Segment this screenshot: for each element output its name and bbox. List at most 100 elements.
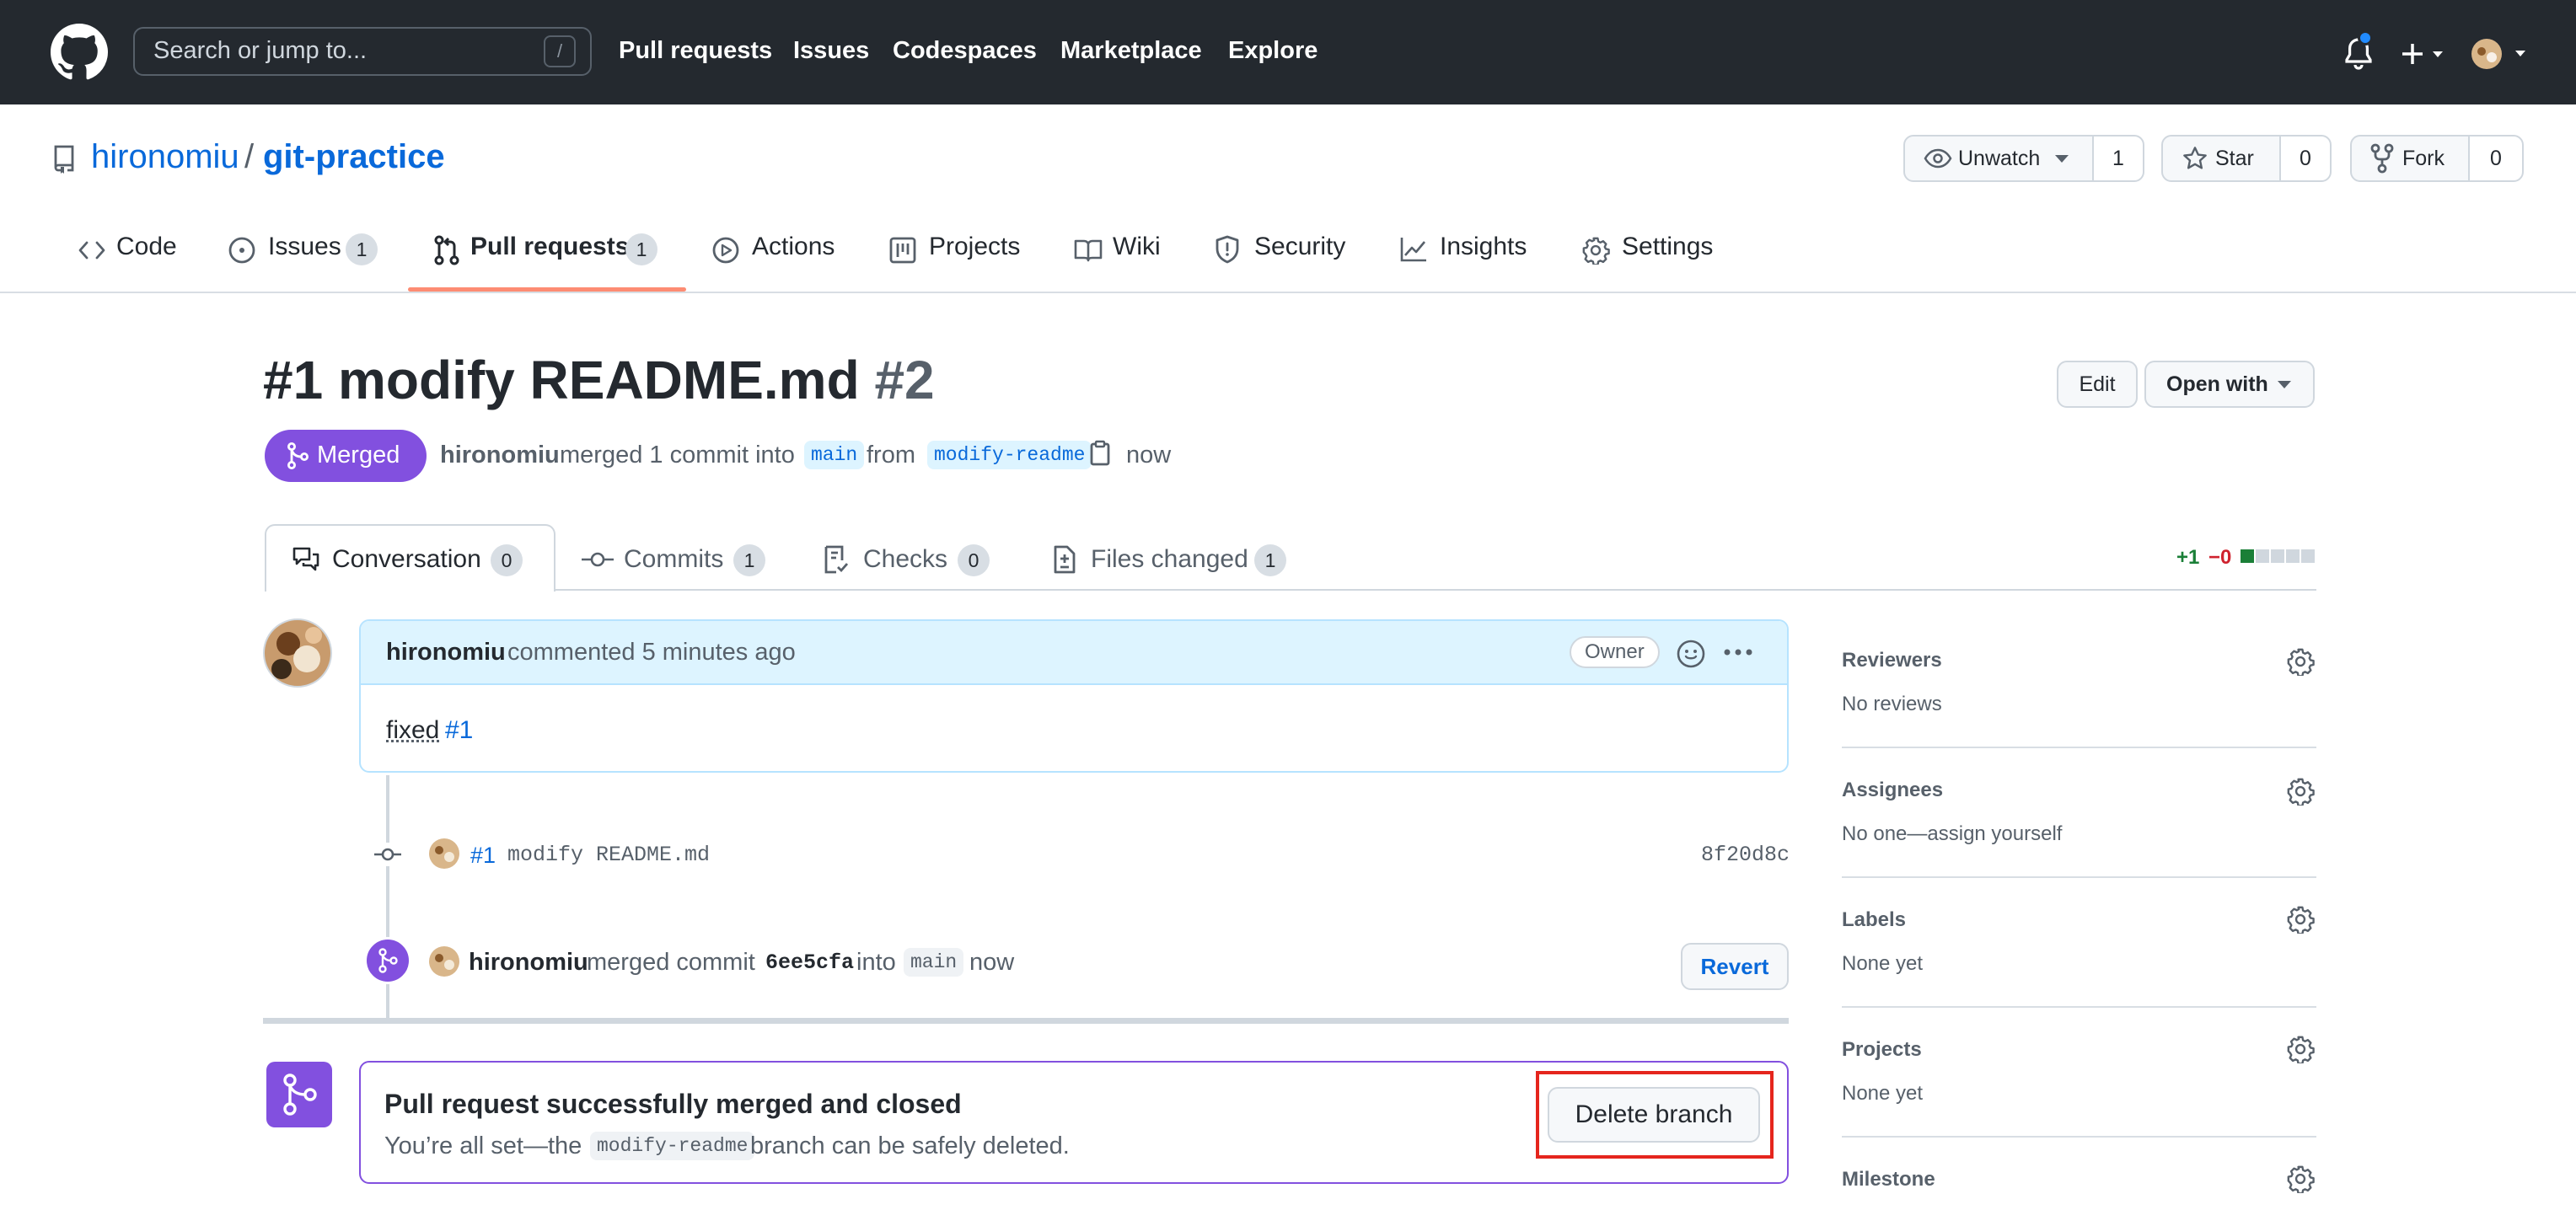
tab-security[interactable]: Security — [1254, 233, 1345, 261]
commits-count-badge: 1 — [733, 544, 765, 576]
sidebar-reviewers-value: No reviews — [1842, 693, 1942, 715]
user-avatar-menu[interactable] — [2470, 37, 2530, 71]
sidebar-assignees-value[interactable]: No one—assign yourself — [1842, 822, 2062, 846]
repo-owner-link[interactable]: hironomiu — [91, 138, 239, 176]
sidebar-labels-title: Labels — [1842, 908, 1907, 931]
nav-codespaces[interactable]: Codespaces — [893, 37, 1037, 65]
gear-icon — [1581, 236, 1610, 265]
commit-author-avatar[interactable] — [428, 838, 460, 870]
commit-sha-link[interactable]: 8f20d8c — [1701, 843, 1790, 867]
diffstat-square — [2256, 549, 2269, 563]
files-changed-count-badge: 1 — [1254, 544, 1286, 576]
comment-author-link[interactable]: hironomiu — [386, 639, 506, 667]
tab-issues[interactable]: Issues — [268, 233, 341, 261]
merged-box-title: Pull request successfully merged and clo… — [384, 1089, 962, 1119]
revert-button[interactable]: Revert — [1681, 943, 1789, 990]
sidebar-projects-value: None yet — [1842, 1082, 1924, 1105]
star-count[interactable]: 0 — [2279, 135, 2332, 182]
nav-pull-requests[interactable]: Pull requests — [619, 37, 772, 65]
owner-badge: Owner — [1570, 636, 1660, 668]
open-with-label: Open with — [2166, 372, 2268, 396]
diffstat-bar — [2241, 549, 2318, 565]
comment-timestamp: commented 5 minutes ago — [507, 639, 796, 666]
tab-actions[interactable]: Actions — [752, 233, 835, 261]
pull-requests-count-badge: 1 — [625, 233, 657, 265]
smiley-icon[interactable] — [1676, 639, 1706, 669]
github-logo-icon[interactable] — [51, 24, 108, 81]
diffstat-square — [2271, 549, 2284, 563]
conversation-icon — [292, 546, 320, 573]
checks-count-badge: 0 — [958, 544, 990, 576]
merge-icon — [287, 442, 309, 470]
fork-count[interactable]: 0 — [2468, 135, 2524, 182]
merged-box-merge-icon — [266, 1062, 332, 1127]
tab-settings[interactable]: Settings — [1622, 233, 1713, 261]
issues-count-badge: 1 — [346, 233, 378, 265]
page-title: #1 modify README.md #2 — [263, 349, 935, 411]
repo-tabs-divider — [0, 292, 2576, 293]
notification-dot — [2358, 30, 2373, 46]
tab-conversation-label: Conversation — [332, 545, 481, 573]
kebab-menu-icon[interactable] — [1723, 647, 1753, 657]
tab-pull-requests[interactable]: Pull requests — [470, 233, 629, 261]
insights-graph-icon — [1399, 236, 1428, 263]
unwatch-label: Unwatch — [1958, 147, 2041, 170]
deletions-count: −0 — [2208, 546, 2232, 569]
tab-checks[interactable]: Checks — [863, 545, 947, 574]
create-new-dropdown-icon[interactable] — [2399, 40, 2450, 67]
base-branch-chip[interactable]: main — [804, 441, 865, 469]
sidebar-divider — [1842, 747, 2316, 748]
comment-body-text: fixed — [386, 716, 440, 744]
comment-issue-link[interactable]: #1 — [445, 716, 473, 745]
merger-link[interactable]: hironomiu — [469, 949, 588, 977]
tab-code[interactable]: Code — [116, 233, 177, 261]
commit-message-link[interactable]: modify README.md — [507, 843, 710, 867]
watch-count[interactable]: 1 — [2092, 135, 2144, 182]
checks-icon — [823, 544, 848, 575]
code-icon — [78, 238, 106, 263]
sidebar-assignees-title: Assignees — [1842, 779, 1944, 801]
commenter-avatar[interactable] — [263, 618, 332, 688]
pr-author-link[interactable]: hironomiu — [440, 442, 560, 469]
fork-label: Fork — [2402, 147, 2445, 170]
tab-commits[interactable]: Commits — [624, 545, 723, 574]
merger-avatar[interactable] — [428, 945, 460, 977]
copy-icon[interactable] — [1089, 440, 1111, 467]
merge-event-text: merged commit — [587, 949, 755, 976]
diffstat-square — [2241, 549, 2254, 563]
merged-box-branch-chip[interactable]: modify-readme — [590, 1132, 755, 1160]
tab-wiki[interactable]: Wiki — [1113, 233, 1161, 261]
diffstat-square — [2286, 549, 2300, 563]
pr-number: #2 — [874, 350, 935, 410]
sidebar-projects-title: Projects — [1842, 1038, 1922, 1061]
assignees-gear-icon[interactable] — [2286, 777, 2315, 806]
sidebar-divider — [1842, 876, 2316, 878]
projects-gear-icon[interactable] — [2286, 1035, 2315, 1063]
commit-issue-link[interactable]: #1 — [470, 843, 496, 869]
reviewers-gear-icon[interactable] — [2286, 647, 2315, 676]
caret-down-icon — [2055, 155, 2069, 163]
tab-projects[interactable]: Projects — [929, 233, 1020, 261]
nav-explore[interactable]: Explore — [1228, 37, 1318, 65]
nav-issues[interactable]: Issues — [793, 37, 869, 65]
merge-target-branch-chip[interactable]: main — [904, 948, 964, 977]
pull-request-icon — [433, 234, 460, 266]
head-branch-chip[interactable]: modify-readme — [927, 441, 1092, 469]
wiki-book-icon — [1074, 238, 1103, 263]
edit-button[interactable]: Edit — [2057, 361, 2138, 408]
nav-marketplace[interactable]: Marketplace — [1060, 37, 1202, 65]
caret-down-icon — [2278, 381, 2291, 389]
repo-separator: / — [244, 138, 255, 175]
tab-insights[interactable]: Insights — [1440, 233, 1527, 261]
eye-icon — [1924, 147, 1952, 170]
merged-box-desc-end: branch can be safely deleted. — [750, 1132, 1070, 1159]
tab-files-changed[interactable]: Files changed — [1091, 545, 1248, 574]
merge-commit-sha-link[interactable]: 6ee5cfa — [765, 950, 854, 975]
pr-merge-text: merged 1 commit into — [560, 442, 795, 468]
milestone-gear-icon[interactable] — [2286, 1164, 2315, 1193]
star-label: Star — [2215, 147, 2254, 170]
labels-gear-icon[interactable] — [2286, 905, 2315, 934]
repo-name-link[interactable]: git-practice — [263, 138, 445, 176]
sidebar-divider — [1842, 1136, 2316, 1138]
active-tab-gap — [266, 587, 554, 592]
